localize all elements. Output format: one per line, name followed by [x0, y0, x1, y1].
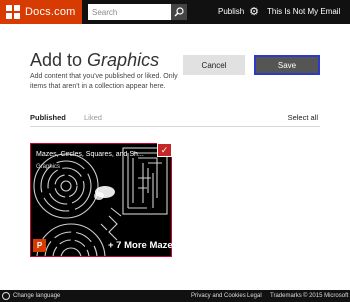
powerpoint-icon: P	[33, 239, 46, 252]
tab-liked[interactable]: Liked	[84, 113, 102, 122]
change-language-link[interactable]: Change language	[13, 290, 60, 302]
docs-logo[interactable]: Docs.com	[0, 0, 82, 24]
search-icon	[174, 7, 184, 17]
tab-published[interactable]: Published	[30, 113, 66, 122]
trademarks-link[interactable]: Trademarks	[270, 290, 302, 302]
legal-link[interactable]: Legal	[247, 290, 262, 302]
page-description: Add content that you've published or lik…	[30, 73, 178, 90]
cancel-button[interactable]: Cancel	[183, 55, 245, 75]
account-menu[interactable]: This Is Not My Email	[267, 0, 340, 24]
gear-icon[interactable]: ⚙	[247, 5, 261, 19]
page-title: Add to Graphics	[30, 50, 159, 71]
selected-checkbox[interactable]: ✓	[157, 143, 172, 157]
search-input[interactable]	[88, 4, 170, 20]
page-title-prefix: Add to	[30, 50, 88, 70]
docs-logo-icon	[6, 5, 20, 19]
publish-link[interactable]: Publish	[218, 0, 244, 24]
privacy-link[interactable]: Privacy and Cookies	[191, 290, 246, 302]
top-bar: Docs.com Publish ⚙ This Is Not My Email	[0, 0, 350, 24]
card-subtitle: Graphics	[36, 164, 61, 170]
select-all-link[interactable]: Select all	[288, 113, 318, 122]
tabs-divider	[30, 126, 320, 127]
brand-name: Docs.com	[25, 6, 76, 18]
search-box	[88, 4, 187, 20]
collection-name: Graphics	[87, 50, 160, 70]
card-title: Mazes, Circles, Squares, and Sh...	[36, 151, 144, 158]
more-mazes-label: + 7 More Mazes	[108, 240, 178, 251]
footer: Change language Privacy and Cookies Lega…	[0, 290, 350, 302]
globe-icon	[2, 292, 10, 300]
search-button[interactable]	[171, 4, 187, 20]
save-button[interactable]: Save	[254, 55, 320, 75]
copyright: © 2015 Microsoft	[303, 293, 349, 299]
